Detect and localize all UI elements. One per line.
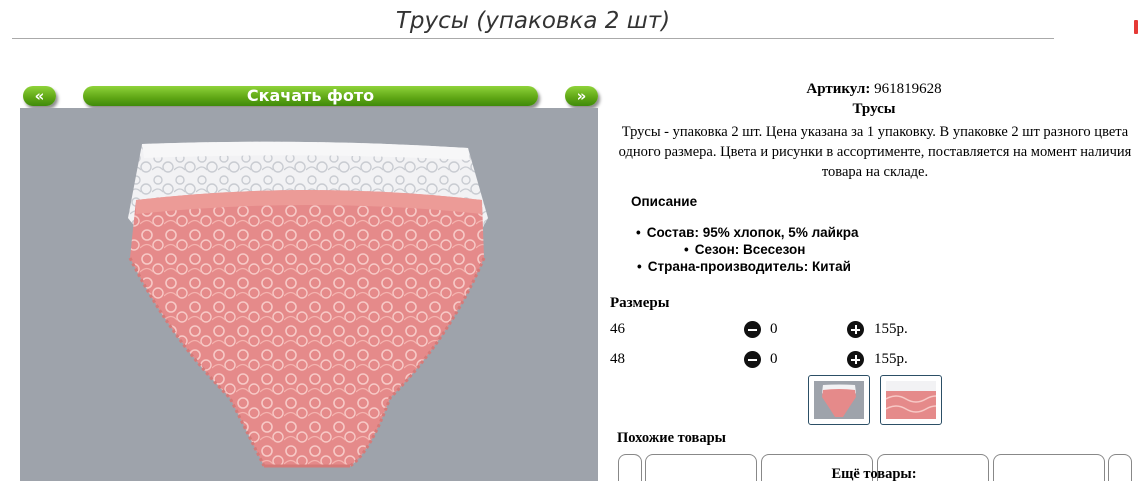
spec-composition: Состав: 95% хлопок, 5% лайкра — [636, 225, 859, 240]
download-photo-button[interactable]: Скачать фото — [83, 86, 538, 106]
title-divider — [12, 38, 1054, 39]
spec-country: Страна-производитель: Китай — [637, 259, 851, 274]
spec-season: Сезон: Всесезон — [684, 242, 806, 257]
article-line: Артикул: 961819628 — [610, 81, 1138, 98]
quantity-value: 0 — [770, 321, 778, 337]
size-label: 48 — [610, 351, 625, 367]
article-label: Артикул: — [806, 81, 871, 97]
similar-products-heading: Похожие товары — [617, 430, 726, 446]
next-photo-button[interactable]: » — [565, 86, 598, 106]
product-description: Трусы - упаковка 2 шт. Цена указана за 1… — [618, 124, 1132, 180]
photo-thumbnail-2[interactable] — [880, 375, 942, 425]
thumbnail-image — [822, 384, 856, 417]
photo-thumbnail-1[interactable] — [808, 375, 870, 425]
close-mark-icon[interactable] — [1134, 20, 1138, 34]
prev-photo-button[interactable]: « — [23, 86, 56, 106]
sizes-heading: Размеры — [610, 295, 670, 311]
more-products-label: Ещё товары: — [831, 466, 917, 481]
size-label: 46 — [610, 321, 625, 337]
price: 155р. — [874, 321, 908, 337]
minus-icon[interactable] — [744, 321, 761, 338]
plus-icon[interactable] — [847, 351, 864, 368]
article-number: 961819628 — [874, 81, 942, 97]
product-name: Трусы — [852, 101, 896, 117]
product-photo — [20, 108, 598, 481]
size-row: 48 0 155р. — [610, 350, 1130, 370]
price: 155р. — [874, 351, 908, 367]
description-heading: Описание — [631, 194, 698, 209]
thumbnail-image — [886, 381, 936, 419]
plus-icon[interactable] — [847, 321, 864, 338]
lace-briefs-image — [128, 141, 488, 468]
page-title: Трусы (упаковка 2 шт) — [395, 8, 671, 34]
quantity-value: 0 — [770, 351, 778, 367]
size-row: 46 0 155р. — [610, 320, 1130, 340]
minus-icon[interactable] — [744, 351, 761, 368]
